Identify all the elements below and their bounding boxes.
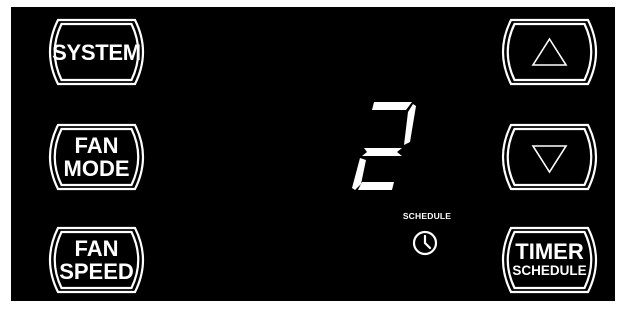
fan-speed-line1: FAN xyxy=(74,236,119,261)
segment-bottom xyxy=(358,182,394,190)
up-button[interactable] xyxy=(489,17,610,87)
system-label: SYSTEM xyxy=(52,39,141,65)
fan-mode-line1: FAN xyxy=(74,133,119,158)
timer-schedule-label: TIMER SCHEDULE xyxy=(489,225,610,295)
system-button[interactable]: SYSTEM xyxy=(36,17,157,87)
segment-upper-right xyxy=(404,104,416,145)
schedule-label: SCHEDULE xyxy=(402,211,452,221)
timer-schedule-button[interactable]: TIMER SCHEDULE xyxy=(489,225,610,295)
digit-display: 2 xyxy=(348,100,418,192)
timer-line1: TIMER xyxy=(515,239,584,264)
fan-speed-label: FAN SPEED xyxy=(36,225,157,295)
segment-middle xyxy=(362,148,402,156)
down-triangle-icon xyxy=(531,145,568,174)
fan-speed-line2: SPEED xyxy=(59,259,134,284)
fan-mode-label: FAN MODE xyxy=(36,122,157,192)
clock-icon xyxy=(412,230,438,256)
button-frame xyxy=(501,123,598,191)
timer-line2: SCHEDULE xyxy=(512,263,587,278)
button-frame xyxy=(501,18,598,86)
fan-mode-button[interactable]: FAN MODE xyxy=(36,122,157,192)
seven-segment-digit xyxy=(352,102,416,190)
down-button[interactable] xyxy=(489,122,610,192)
fan-speed-button[interactable]: FAN SPEED xyxy=(36,225,157,295)
up-triangle-icon xyxy=(531,37,568,66)
segment-top xyxy=(372,102,412,110)
fan-mode-line2: MODE xyxy=(63,156,130,181)
